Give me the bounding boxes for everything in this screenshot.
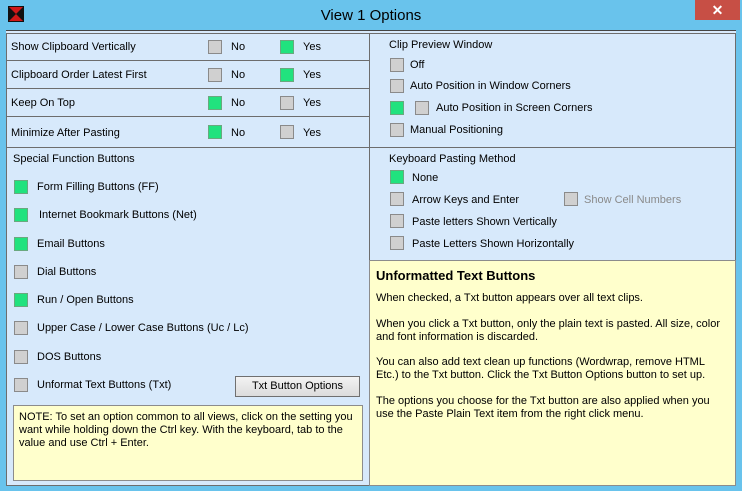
keyboard-none-label: None (412, 172, 439, 184)
preview-off-label: Off (410, 59, 425, 71)
yes-option[interactable] (280, 40, 294, 54)
yes-option[interactable] (280, 68, 294, 82)
upper-lower-case-label: Upper Case / Lower Case Buttons (Uc / Lc… (37, 322, 249, 334)
dial-label: Dial Buttons (37, 266, 97, 278)
show-cell-numbers-checkbox[interactable] (564, 192, 578, 206)
email-label: Email Buttons (37, 238, 105, 250)
preview-screen-corners-label: Auto Position in Screen Corners (436, 102, 593, 114)
keyboard-none-option[interactable] (390, 170, 404, 184)
internet-bookmark-checkbox[interactable] (14, 208, 28, 222)
dos-label: DOS Buttons (37, 351, 102, 363)
run-open-checkbox[interactable] (14, 293, 28, 307)
toggle-row-show-clipboard-vertically: Show Clipboard Vertically No Yes (6, 33, 370, 61)
toggle-label: Clipboard Order Latest First (11, 69, 147, 81)
special-function-panel: Special Function Buttons Form Filling Bu… (6, 147, 370, 486)
preview-off-option[interactable] (390, 58, 404, 72)
toggle-row-keep-on-top: Keep On Top No Yes (6, 88, 370, 117)
arrow-keys-option[interactable] (390, 192, 404, 206)
unformat-text-label: Unformat Text Buttons (Txt) (37, 379, 172, 391)
no-option[interactable] (208, 125, 222, 139)
clip-preview-title: Clip Preview Window (389, 39, 493, 51)
info-paragraph: The options you choose for the Txt butto… (376, 395, 710, 420)
title-bar: View 1 Options ✕ (0, 0, 742, 30)
dos-checkbox[interactable] (14, 350, 28, 364)
no-option[interactable] (208, 40, 222, 54)
paste-horizontal-label: Paste Letters Shown Horizontally (412, 238, 575, 250)
info-title: Unformatted Text Buttons (376, 268, 536, 283)
note-text: NOTE: To set an option common to all vie… (19, 411, 353, 449)
no-label: No (231, 127, 246, 139)
yes-option[interactable] (280, 125, 294, 139)
info-panel: Unformatted Text Buttons When checked, a… (369, 260, 736, 486)
special-function-title: Special Function Buttons (13, 153, 135, 165)
paste-horizontal-option[interactable] (390, 236, 404, 250)
options-client-area: Show Clipboard Vertically No Yes Clipboa… (6, 30, 736, 486)
note-box: NOTE: To set an option common to all vie… (13, 405, 363, 481)
close-button[interactable]: ✕ (695, 0, 740, 20)
form-filling-checkbox[interactable] (14, 180, 28, 194)
info-paragraph: When you click a Txt button, only the pl… (376, 318, 721, 343)
keyboard-pasting-panel: Keyboard Pasting Method None Arrow Keys … (369, 147, 736, 261)
paste-vertical-label: Paste letters Shown Vertically (412, 216, 557, 228)
window-title: View 1 Options (320, 7, 422, 24)
toggle-label: Show Clipboard Vertically (11, 41, 136, 53)
clip-preview-panel: Clip Preview Window Off Auto Position in… (369, 33, 736, 148)
screen-corner-picker[interactable] (415, 101, 429, 115)
internet-bookmark-label: Internet Bookmark Buttons (Net) (39, 209, 197, 221)
keyboard-pasting-title: Keyboard Pasting Method (389, 153, 516, 165)
no-option[interactable] (208, 68, 222, 82)
run-open-label: Run / Open Buttons (37, 294, 134, 306)
toggle-label: Keep On Top (11, 97, 76, 109)
no-label: No (231, 97, 246, 109)
yes-option[interactable] (280, 96, 294, 110)
upper-lower-case-checkbox[interactable] (14, 321, 28, 335)
yes-label: Yes (303, 69, 321, 81)
toggle-label: Minimize After Pasting (11, 127, 120, 139)
txt-button-options-button[interactable]: Txt Button Options (235, 376, 360, 397)
toggle-row-minimize-after-pasting: Minimize After Pasting No Yes (6, 116, 370, 148)
preview-manual-label: Manual Positioning (410, 124, 503, 136)
info-paragraph: You can also add text clean up functions… (376, 356, 706, 381)
no-label: No (231, 69, 246, 81)
info-paragraph: When checked, a Txt button appears over … (376, 292, 643, 304)
preview-screen-corners-option[interactable] (390, 101, 404, 115)
preview-window-corners-label: Auto Position in Window Corners (410, 80, 571, 92)
arrow-keys-label: Arrow Keys and Enter (412, 194, 519, 206)
preview-manual-option[interactable] (390, 123, 404, 137)
yes-label: Yes (303, 127, 321, 139)
unformat-text-checkbox[interactable] (14, 378, 28, 392)
preview-window-corners-option[interactable] (390, 79, 404, 93)
dial-checkbox[interactable] (14, 265, 28, 279)
yes-label: Yes (303, 41, 321, 53)
no-label: No (231, 41, 246, 53)
yes-label: Yes (303, 97, 321, 109)
form-filling-label: Form Filling Buttons (FF) (37, 181, 159, 193)
toggle-row-clipboard-order: Clipboard Order Latest First No Yes (6, 60, 370, 89)
paste-vertical-option[interactable] (390, 214, 404, 228)
no-option[interactable] (208, 96, 222, 110)
email-checkbox[interactable] (14, 237, 28, 251)
show-cell-numbers-label: Show Cell Numbers (584, 194, 682, 206)
